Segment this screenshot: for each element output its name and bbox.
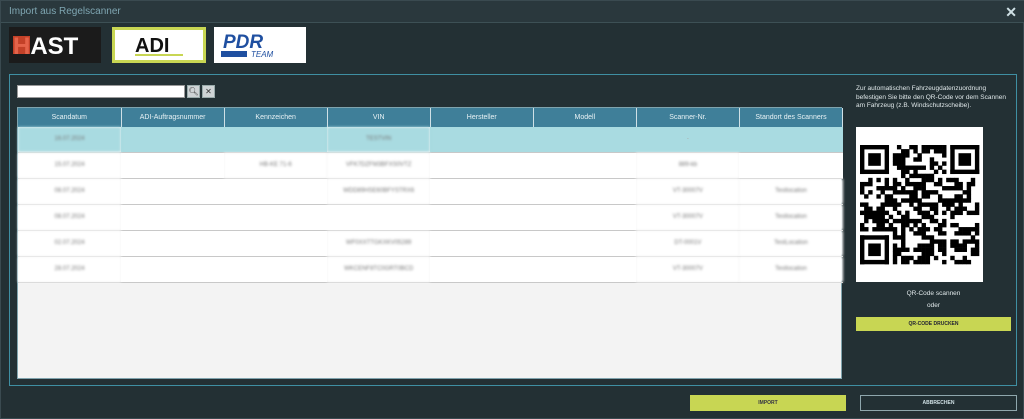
table-cell: VT-30007V: [636, 256, 740, 283]
table-cell: TESTVIN: [327, 127, 431, 153]
table-cell: [430, 230, 534, 257]
column-header[interactable]: Standort des Scanners: [739, 108, 844, 127]
table-cell: [121, 256, 225, 283]
table-cell: [430, 178, 534, 205]
title-bar: Import aus Regelscanner ✕: [1, 1, 1024, 23]
table-cell: [430, 204, 534, 231]
qr-panel: Zur automatischen Fahrzeugdatenzuordnung…: [856, 85, 1011, 331]
table-cell: WDD89HSE60BFYSTRX6: [327, 178, 431, 205]
table-row[interactable]: 16.07.2024 TESTVIN -: [18, 127, 843, 153]
column-header[interactable]: ADI-Auftragsnummer: [121, 108, 225, 127]
search-icon[interactable]: 🔍︎: [187, 85, 200, 98]
table-cell: [121, 178, 225, 205]
table-cell: 02.07.2024: [18, 230, 122, 257]
table-cell: [739, 152, 843, 179]
table-cell: [121, 152, 225, 179]
table-cell: [430, 127, 534, 153]
table-cell: TestLocation: [739, 230, 843, 257]
table-cell: 16.07.2024: [18, 127, 122, 153]
table-cell: [224, 178, 328, 205]
table-cell: [121, 127, 225, 153]
close-icon[interactable]: ✕: [1005, 4, 1017, 21]
column-header[interactable]: Scanner-Nr.: [636, 108, 740, 127]
table-cell: WF0XXTTGKXKV05289: [327, 230, 431, 257]
table-row[interactable]: 08.07.2024 WDD89HSE60BFYSTRX6 VT-30007V Tes…: [18, 178, 843, 205]
adi-logo-text: ADI: [135, 35, 169, 57]
table-cell: [533, 178, 637, 205]
qr-scan-label: QR-Code scannen: [906, 290, 961, 297]
hast-logo[interactable]: HAST: [9, 27, 101, 63]
table-cell: Testlocation: [739, 256, 843, 283]
search-input[interactable]: [17, 85, 185, 98]
table-cell: Testlocation: [739, 204, 843, 231]
window-title: Import aus Regelscanner: [9, 6, 121, 17]
table-cell: [533, 127, 637, 153]
table-cell: [739, 127, 843, 153]
table-cell: [121, 230, 225, 257]
column-header[interactable]: Modell: [533, 108, 637, 127]
table-cell: [430, 256, 534, 283]
table-cell: [224, 204, 328, 231]
adi-logo-graphic: ADI: [135, 35, 183, 57]
table-row[interactable]: 15.07.2024 HB-KE 71-6 VFK7DZFM3BFXS0VTZ 889…: [18, 152, 843, 179]
hast-logo-graphic: HAST: [13, 33, 79, 59]
table-cell: [224, 127, 328, 153]
or-label: oder: [926, 302, 940, 309]
pdr-logo-subtext: TEAM: [251, 50, 274, 59]
clear-search-icon[interactable]: ✕: [202, 85, 215, 98]
print-qr-button[interactable]: QR-CODE DRUCKEN: [856, 317, 1011, 331]
table-cell: VT-30007V: [636, 204, 740, 231]
table-cell: [533, 230, 637, 257]
import-button[interactable]: IMPORT: [690, 395, 846, 411]
table-row[interactable]: 08.07.2024 VT-30007V Testlocation: [18, 204, 843, 231]
table-cell: [121, 204, 225, 231]
table-row[interactable]: 02.07.2024 WF0XXTTGKXKV05289 DT-0001V TestL…: [18, 230, 843, 257]
column-header[interactable]: Hersteller: [430, 108, 534, 127]
qr-code-graphic: [860, 145, 980, 265]
column-header[interactable]: Scandatum: [18, 108, 122, 127]
table-cell: DT-0001V: [636, 230, 740, 257]
column-header[interactable]: Kennzeichen: [224, 108, 328, 127]
table-cell: 08.07.2024: [18, 204, 122, 231]
pdr-logo-graphic: PDR TEAM: [221, 32, 274, 59]
table-cell: HB-KE 71-6: [224, 152, 328, 179]
scan-table: Scandatum ADI-Auftragsnummer Kennzeichen…: [17, 107, 844, 379]
table-cell: VT-30007V: [636, 178, 740, 205]
table-cell: 28.07.2024: [18, 256, 122, 283]
pdr-team-logo[interactable]: PDR TEAM: [214, 27, 306, 63]
table-cell: WKCENF8TC0GRT0BCD: [327, 256, 431, 283]
table-cell: VFK7DZFM3BFXS0VTZ: [327, 152, 431, 179]
adi-logo[interactable]: ADI: [112, 27, 206, 63]
cancel-button[interactable]: ABBRECHEN: [860, 395, 1017, 411]
table-header-row: Scandatum ADI-Auftragsnummer Kennzeichen…: [18, 108, 844, 127]
qr-instructions: Zur automatischen Fahrzeugdatenzuordnung…: [856, 85, 1006, 109]
main-panel: 🔍︎ ✕ Scandatum ADI-Auftragsnummer Kennze…: [9, 74, 1017, 386]
qr-code-image: [856, 127, 983, 282]
table-cell: 08.07.2024: [18, 178, 122, 205]
table-cell: [327, 204, 431, 231]
import-dialog: Import aus Regelscanner ✕ HAST ADI PDR T…: [0, 0, 1024, 419]
table-cell: [533, 204, 637, 231]
table-cell: 889-kb: [636, 152, 740, 179]
table-row[interactable]: 28.07.2024 WKCENF8TC0GRT0BCD VT-30007V Test…: [18, 256, 843, 283]
table-cell: 15.07.2024: [18, 152, 122, 179]
column-header[interactable]: VIN: [327, 108, 431, 127]
table-cell: [533, 152, 637, 179]
table-cell: [430, 152, 534, 179]
table-cell: [224, 230, 328, 257]
table-cell: [533, 256, 637, 283]
table-cell: Testlocation: [739, 178, 843, 205]
table-cell: -: [636, 127, 740, 153]
table-cell: [224, 256, 328, 283]
